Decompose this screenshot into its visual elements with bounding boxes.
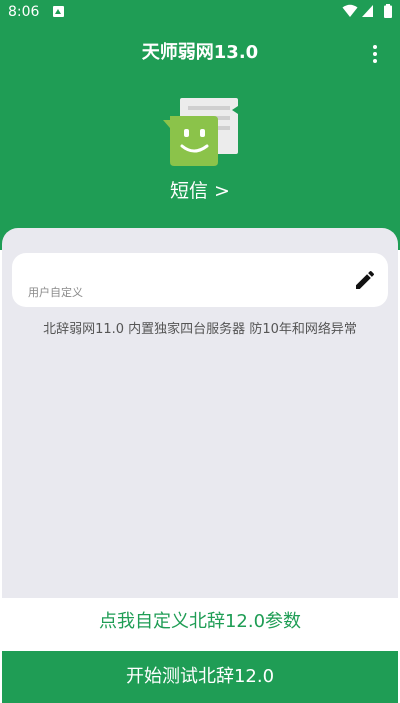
- custom-input-card[interactable]: 用户自定义: [12, 253, 388, 307]
- sms-entry-link[interactable]: 短信 >: [0, 178, 400, 204]
- customize-params-link[interactable]: 点我自定义北辞12.0参数: [0, 604, 400, 640]
- app-notification-icon: [53, 6, 64, 17]
- pencil-icon[interactable]: [353, 268, 377, 292]
- battery-icon: [384, 4, 392, 18]
- custom-input-hint: 用户自定义: [28, 286, 83, 299]
- sms-chat-bubble-icon[interactable]: [160, 96, 240, 172]
- custom-input-field[interactable]: [28, 261, 328, 279]
- status-time: 8:06: [8, 4, 40, 20]
- signal-icon: [362, 5, 373, 17]
- start-test-button[interactable]: 开始测试北辞12.0: [2, 651, 398, 703]
- wifi-icon: [342, 4, 358, 17]
- status-bar: 8:06: [0, 0, 400, 24]
- description-text: 北辞弱网11.0 内置独家四台服务器 防10年和网络异常: [43, 322, 357, 337]
- more-options-button[interactable]: [364, 42, 386, 66]
- app-title: 天师弱网13.0: [141, 42, 259, 63]
